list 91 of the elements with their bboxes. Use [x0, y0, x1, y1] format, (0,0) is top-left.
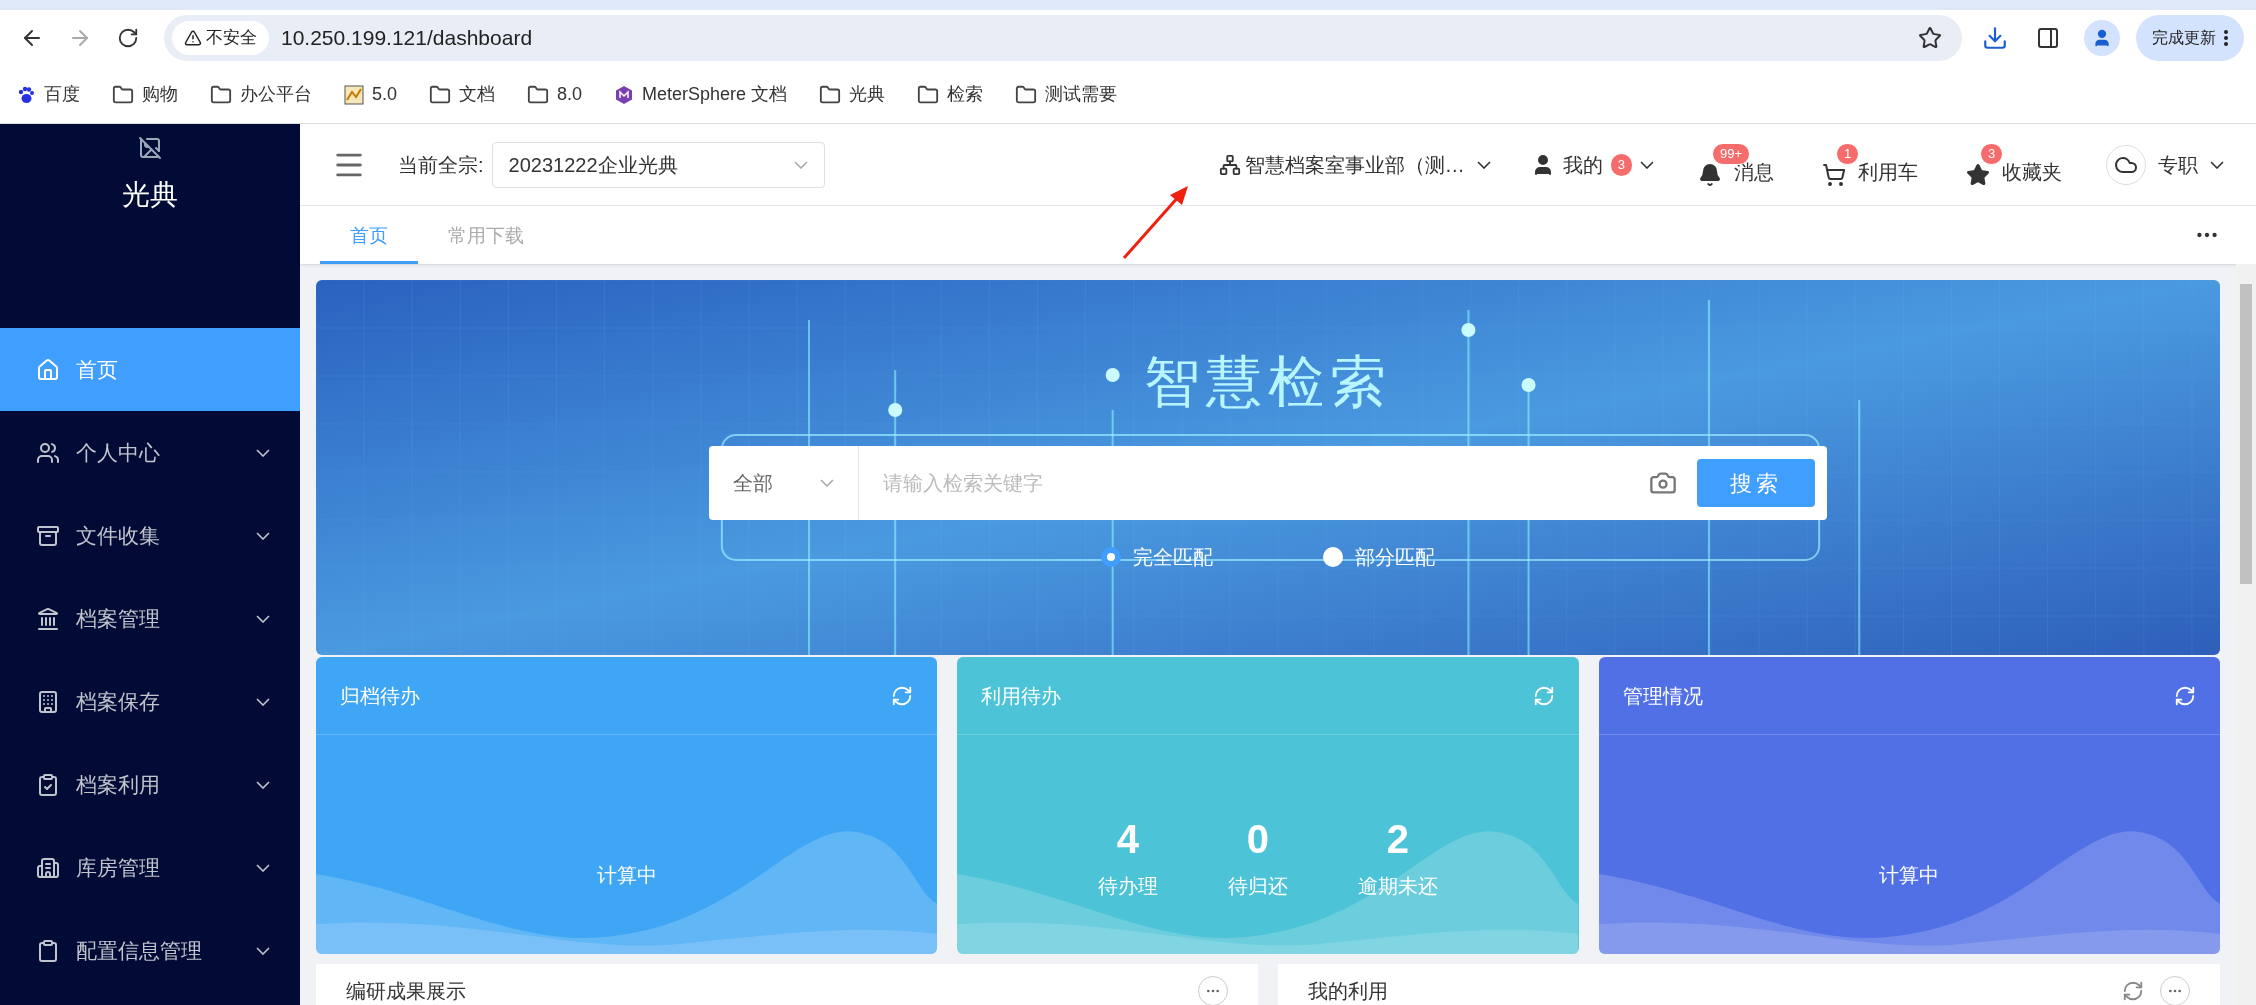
- bookmark-item[interactable]: 百度: [16, 81, 80, 108]
- cart-icon: [1822, 162, 1846, 187]
- stat-value: 2: [1386, 818, 1410, 859]
- match-radio[interactable]: 部分匹配: [1323, 542, 1435, 572]
- sidebar-item[interactable]: 档案保存: [0, 660, 300, 743]
- header-action[interactable]: 99+ 消息: [1694, 142, 1778, 187]
- star-icon: [1966, 162, 1990, 187]
- update-button[interactable]: 完成更新: [2136, 15, 2244, 61]
- url-text: 10.250.199.121/dashboard: [281, 25, 533, 52]
- tray-icon: [36, 523, 60, 548]
- user-menu[interactable]: 我的 3: [1530, 149, 1654, 180]
- home-icon: [36, 357, 60, 382]
- panel-title: 编研成果展示: [346, 979, 467, 1004]
- sidebar-item[interactable]: 个人中心: [0, 411, 300, 494]
- bookmark-item[interactable]: 5.0: [344, 81, 398, 108]
- card-title: 管理情况: [1622, 683, 1704, 709]
- folder-icon: [1015, 83, 1038, 106]
- panel-title: 我的利用: [1308, 979, 1389, 1004]
- fonds-label: 当前全宗:: [398, 152, 484, 178]
- stat-label: 待归还: [1228, 873, 1288, 899]
- chevron-icon: [2210, 160, 2224, 169]
- bookmark-item[interactable]: 8.0: [527, 81, 583, 108]
- chevron-icon: [820, 479, 834, 487]
- count-badge: 3: [1610, 153, 1632, 176]
- bookmark-item[interactable]: 办公平台: [210, 81, 312, 108]
- refresh-icon[interactable]: [2174, 684, 2196, 707]
- broken-image-icon: [138, 136, 162, 160]
- stat-value: 4: [1116, 818, 1140, 859]
- chevron-icon: [793, 160, 808, 169]
- bank-icon: [36, 606, 60, 631]
- picture-icon: [344, 84, 364, 105]
- sidebar-item[interactable]: 档案利用: [0, 743, 300, 826]
- chevron-icon: [1640, 160, 1654, 169]
- bookmark-item[interactable]: 购物: [112, 81, 178, 108]
- sidebar-item[interactable]: 库房管理: [0, 826, 300, 909]
- org-dropdown[interactable]: 智慧档案室事业部（测…: [1218, 149, 1491, 180]
- folder-icon: [210, 83, 232, 106]
- bookmark-item[interactable]: 检索: [917, 81, 984, 108]
- side-panel-icon[interactable]: [2036, 26, 2060, 50]
- role-dropdown[interactable]: 专职: [2106, 144, 2224, 185]
- person-icon: [2092, 28, 2112, 48]
- office-icon: [36, 855, 60, 880]
- loading-status: 计算中: [1879, 862, 1940, 888]
- header-action[interactable]: 3 收藏夹: [1962, 142, 2066, 187]
- card-title: 归档待办: [340, 683, 421, 709]
- bookmark-item[interactable]: 测试需要: [1015, 81, 1118, 108]
- folder-icon: [527, 83, 550, 106]
- bookmark-item[interactable]: MeterSphere 文档: [614, 81, 788, 108]
- refresh-icon[interactable]: [891, 684, 914, 707]
- bookmark-item[interactable]: 文档: [429, 81, 496, 108]
- scope-select[interactable]: 全部: [709, 446, 859, 520]
- stat-label: 逾期未还: [1358, 873, 1438, 899]
- scrollbar-thumb[interactable]: [2240, 284, 2252, 584]
- address-bar[interactable]: 不安全 10.250.199.121/dashboard: [164, 15, 1962, 61]
- org-tree-icon: [1218, 153, 1241, 176]
- reload-icon: [117, 27, 139, 49]
- search-input[interactable]: 请输入检索关键字: [859, 446, 1649, 520]
- count-badge: 3: [1980, 142, 2004, 165]
- header-action[interactable]: 1 利用车: [1818, 142, 1922, 187]
- card-title: 利用待办: [981, 683, 1063, 709]
- profile-avatar[interactable]: [2084, 20, 2120, 56]
- clipboard-check-icon: [36, 772, 60, 797]
- refresh-icon[interactable]: [2122, 980, 2144, 1002]
- paw-icon: [16, 84, 36, 105]
- bookmark-item[interactable]: 光典: [819, 81, 886, 108]
- cube-icon: [614, 84, 635, 105]
- stat-value: 0: [1246, 818, 1270, 859]
- scrollbar[interactable]: [2236, 264, 2256, 1005]
- folder-icon: [819, 83, 842, 106]
- sidebar-item[interactable]: 配置信息管理: [0, 909, 300, 992]
- sidebar-item[interactable]: 档案管理: [0, 577, 300, 660]
- kebab-menu-icon: [2224, 30, 2228, 46]
- security-chip[interactable]: 不安全: [172, 21, 269, 55]
- folder-icon: [429, 83, 452, 106]
- building-icon: [36, 689, 60, 714]
- bookmark-star-icon[interactable]: [1918, 26, 1942, 50]
- download-icon[interactable]: [1982, 25, 2008, 51]
- banner-title: 智慧检索: [1144, 349, 1392, 415]
- folder-icon: [917, 83, 940, 106]
- chevron-icon: [1476, 160, 1491, 169]
- warning-icon: [184, 29, 202, 47]
- count-badge: 1: [1836, 142, 1860, 165]
- bell-icon: [1698, 162, 1722, 187]
- sidebar-item[interactable]: 文件收集: [0, 494, 300, 577]
- sidebar-title: 光典: [122, 178, 178, 212]
- clipboard-icon: [36, 938, 60, 963]
- folder-icon: [112, 83, 134, 106]
- stat-label: 待办理: [1098, 873, 1158, 899]
- loading-status: 计算中: [596, 862, 657, 888]
- people-icon: [36, 440, 60, 465]
- fonds-select[interactable]: 20231222企业光典: [491, 141, 825, 188]
